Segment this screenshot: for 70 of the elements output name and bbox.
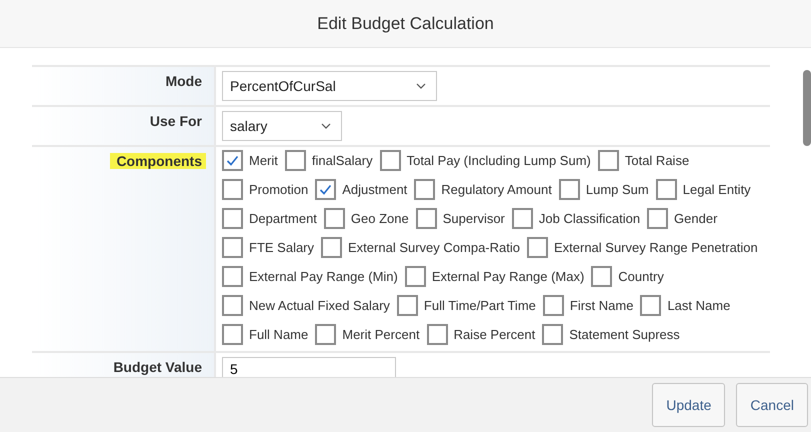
- checkbox[interactable]: [315, 179, 336, 200]
- checkbox[interactable]: [222, 295, 243, 316]
- checkbox-label: New Actual Fixed Salary: [249, 298, 390, 313]
- checkmark-icon: [226, 155, 239, 166]
- checkbox[interactable]: [396, 295, 418, 316]
- checkbox-label: Geo Zone: [350, 211, 409, 226]
- checkbox-label: Raise Percent: [454, 327, 536, 342]
- field-label: Use For: [150, 113, 203, 129]
- checkbox[interactable]: [647, 208, 668, 229]
- checkbox[interactable]: [404, 266, 426, 287]
- checkbox-label: Job Classification: [538, 211, 640, 226]
- checkbox[interactable]: [222, 324, 243, 345]
- checkmark-icon: [319, 184, 332, 195]
- checkbox-label: Supervisor: [442, 211, 505, 226]
- checkbox[interactable]: [284, 150, 306, 171]
- checkbox-label: Department: [249, 211, 317, 226]
- checkbox[interactable]: [426, 324, 448, 345]
- use-for-dropdown[interactable]: salary: [222, 111, 342, 141]
- checkbox-label: Total Pay (Including Lump Sum): [406, 153, 591, 168]
- checkbox-label: Merit Percent: [342, 327, 420, 342]
- checkbox[interactable]: [315, 324, 336, 345]
- checkbox[interactable]: [380, 150, 401, 171]
- mode-dropdown[interactable]: PercentOfCurSal: [222, 71, 437, 101]
- checkbox-label: First Name: [570, 298, 634, 313]
- checkbox-label: External Survey Compa-Ratio: [348, 240, 520, 255]
- checkbox[interactable]: [414, 179, 436, 200]
- checkbox-label: Statement Supress: [569, 327, 680, 342]
- checkbox-label: Regulatory Amount: [441, 182, 552, 197]
- checkbox-label: Legal Entity: [682, 182, 751, 197]
- field-label: Mode: [165, 73, 203, 89]
- checkbox[interactable]: [512, 208, 533, 229]
- checkbox-label: Lump Sum: [586, 182, 649, 197]
- checkbox-label: Full Time/Part Time: [424, 298, 536, 313]
- checkbox-label: Merit: [249, 153, 278, 168]
- checkbox-label: Total Raise: [624, 153, 690, 168]
- checkbox-label: External Pay Range (Max): [432, 269, 584, 284]
- checkbox[interactable]: [640, 295, 662, 316]
- checkbox[interactable]: [222, 179, 243, 200]
- checkbox-label: Promotion: [249, 182, 308, 197]
- checkbox[interactable]: [526, 237, 548, 258]
- checkbox[interactable]: [222, 237, 243, 258]
- checkbox-label: Country: [618, 269, 664, 284]
- checkbox-label: Full Name: [249, 327, 308, 342]
- checkbox[interactable]: [222, 150, 243, 171]
- checkbox-label: FTE Salary: [249, 240, 314, 255]
- checkbox[interactable]: [598, 150, 619, 171]
- checkbox[interactable]: [542, 324, 564, 345]
- dialog-title: Edit Budget Calculation: [317, 14, 494, 34]
- field-label: Components: [110, 153, 206, 169]
- checkbox-label: External Survey Range Penetration: [554, 240, 758, 255]
- chevron-down-icon: [321, 123, 331, 129]
- scrollbar-thumb[interactable]: [803, 70, 811, 146]
- checkbox-label: Gender: [674, 211, 718, 226]
- checkbox[interactable]: [324, 208, 345, 229]
- checkbox[interactable]: [222, 208, 243, 229]
- checkbox[interactable]: [222, 266, 243, 287]
- checkbox[interactable]: [558, 179, 580, 200]
- dialog-button[interactable]: Cancel: [736, 383, 808, 427]
- chevron-down-icon: [416, 83, 426, 89]
- checkbox-label: External Pay Range (Min): [249, 269, 398, 284]
- checkbox[interactable]: [321, 237, 342, 258]
- checkbox-label: Adjustment: [342, 182, 408, 197]
- field-label: Budget Value: [113, 359, 203, 375]
- checkbox-label: Last Name: [667, 298, 730, 313]
- checkbox[interactable]: [416, 208, 437, 229]
- checkbox-label: finalSalary: [312, 153, 373, 168]
- checkbox[interactable]: [656, 179, 677, 200]
- dialog-button[interactable]: Update: [652, 383, 726, 427]
- checkbox[interactable]: [542, 295, 564, 316]
- checkbox[interactable]: [591, 266, 612, 287]
